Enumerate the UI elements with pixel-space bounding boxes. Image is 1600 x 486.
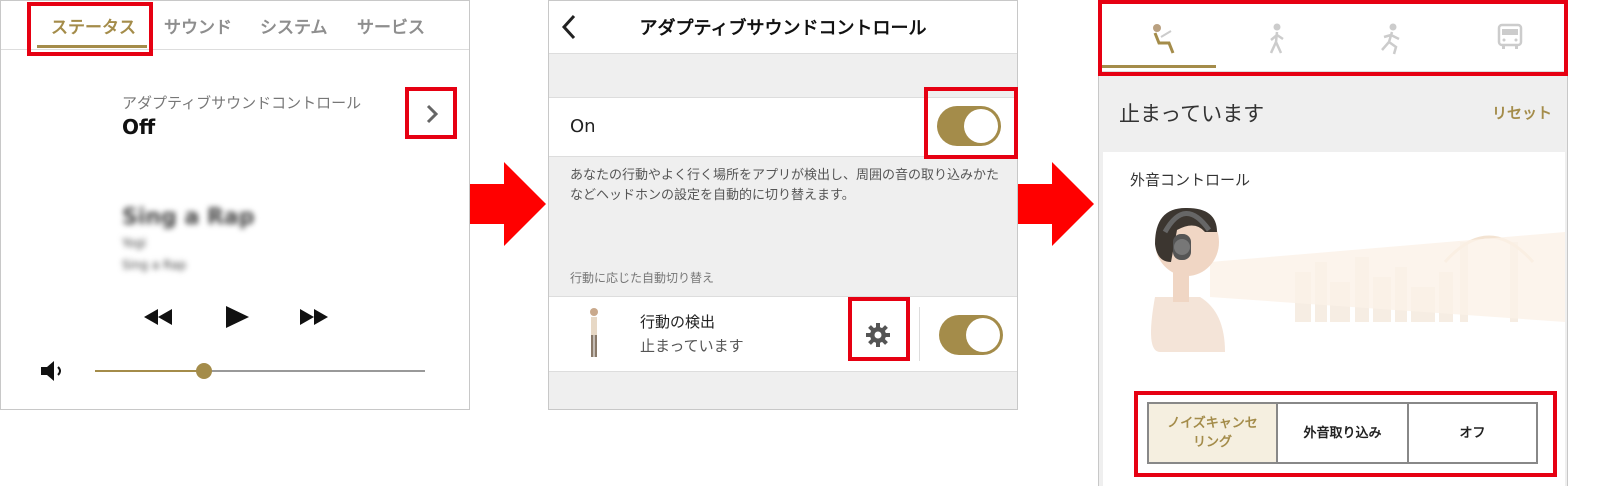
adaptive-sound-screen: アダプティブサウンドコントロール On あなたの行動やよく行く場所をアプリが検出…	[548, 0, 1018, 410]
headphone-illustration	[1151, 207, 1565, 352]
detect-status: 止まっています	[640, 337, 744, 355]
arrow-right-icon	[470, 162, 546, 246]
active-activity-indicator	[1099, 65, 1216, 68]
divider	[919, 307, 920, 361]
tab-sound[interactable]: サウンド	[164, 13, 232, 38]
page-title: アダプティブサウンドコントロール	[639, 18, 927, 39]
arrow-right-icon	[1018, 162, 1094, 246]
detect-label: 行動の検出	[640, 313, 716, 331]
song-artist: Yogi	[122, 236, 147, 250]
volume-slider-track[interactable]	[95, 363, 425, 379]
adaptive-sound-label: アダプティブサウンドコントロール	[122, 94, 362, 112]
adaptive-sound-value: Off	[122, 115, 156, 139]
tab-bar: ステータス サウンド システム サービス	[1, 1, 469, 50]
on-row: On	[549, 97, 1017, 157]
section-header: 行動に応じた自動切り替え	[570, 271, 715, 285]
active-tab-indicator	[37, 45, 147, 48]
tab-system[interactable]: システム	[260, 13, 328, 38]
activity-status: 止まっています	[1119, 102, 1265, 126]
adaptive-sound-open-button[interactable]	[406, 88, 458, 140]
ambient-sound-label: 外音取り込み	[1303, 425, 1382, 441]
detection-row: 行動の検出 止まっています	[549, 296, 1017, 372]
bus-icon[interactable]	[1497, 23, 1523, 51]
ambient-sound-button[interactable]: 外音取り込み	[1276, 402, 1409, 464]
tab-service[interactable]: サービス	[357, 13, 425, 38]
play-icon[interactable]	[223, 304, 251, 330]
fast-forward-icon[interactable]	[297, 305, 331, 329]
activity-tab-bar	[1099, 1, 1567, 72]
song-title: Sing a Rap	[122, 205, 255, 230]
volume-slider-fill	[95, 370, 204, 372]
sitting-person-icon[interactable]	[1147, 23, 1179, 55]
detection-toggle[interactable]	[939, 315, 1003, 355]
noise-cancel-label: ノイズキャンセリング	[1167, 416, 1258, 450]
running-person-icon[interactable]	[1379, 23, 1403, 55]
section-title: 外音コントロール	[1130, 171, 1251, 189]
walking-person-icon[interactable]	[1265, 23, 1289, 55]
adaptive-sound-toggle[interactable]	[937, 106, 1001, 146]
tab-status[interactable]: ステータス	[51, 13, 136, 38]
nav-bar: アダプティブサウンドコントロール	[549, 1, 1017, 54]
reset-link[interactable]: リセット	[1492, 102, 1552, 123]
gear-icon[interactable]	[865, 322, 891, 348]
on-label: On	[570, 116, 596, 137]
description-text: あなたの行動やよく行く場所をアプリが検出し、周囲の音の取り込みかたなどヘッドホン…	[570, 168, 1000, 203]
standing-person-icon	[590, 308, 598, 357]
chevron-right-icon	[426, 104, 439, 124]
speaker-icon	[41, 361, 61, 381]
status-screen: ステータス サウンド システム サービス アダプティブサウンドコントロール Of…	[0, 0, 470, 410]
song-album: Sing a Rap	[122, 258, 187, 272]
off-label: オフ	[1459, 425, 1486, 441]
rewind-icon[interactable]	[141, 305, 175, 329]
volume-slider-thumb[interactable]	[195, 363, 212, 379]
noise-cancel-button[interactable]: ノイズキャンセリング	[1147, 402, 1278, 464]
off-button[interactable]: オフ	[1407, 402, 1538, 464]
